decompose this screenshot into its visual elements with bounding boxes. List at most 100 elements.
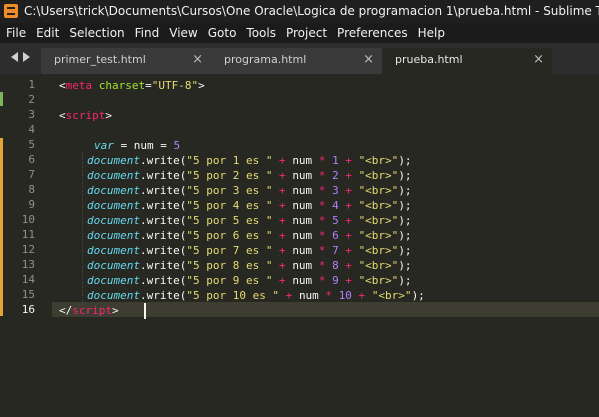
code-token: ); xyxy=(411,289,425,302)
code-token: .write( xyxy=(139,169,187,182)
code-token: document xyxy=(87,274,140,287)
code-token: ); xyxy=(398,259,412,272)
code-token: * xyxy=(312,184,333,197)
code-token: "<br>" xyxy=(358,169,399,182)
menu-file[interactable]: File xyxy=(0,23,31,43)
code-token: "UTF-8" xyxy=(151,79,199,92)
menu-view[interactable]: View xyxy=(164,23,202,43)
code-token: 3 xyxy=(332,184,339,197)
code-token: + xyxy=(272,169,293,182)
code-token: 4 xyxy=(332,199,339,212)
code-token: ); xyxy=(398,154,412,167)
code-token: "<br>" xyxy=(358,154,399,167)
tab-scroll-right-icon[interactable] xyxy=(23,52,30,62)
code-token: < xyxy=(59,79,66,92)
line-number: 12 xyxy=(21,243,35,256)
menu-preferences[interactable]: Preferences xyxy=(332,23,413,43)
code-token: = xyxy=(145,79,152,92)
code-token: document xyxy=(87,169,140,182)
code-line: document.write("5 por 3 es " + num * 3 +… xyxy=(87,183,412,198)
code-token: .write( xyxy=(139,214,187,227)
code-token: * xyxy=(312,169,333,182)
close-icon[interactable]: × xyxy=(363,48,374,72)
close-icon[interactable]: × xyxy=(533,48,544,72)
code-token: num xyxy=(298,289,319,302)
menu-help[interactable]: Help xyxy=(413,23,450,43)
code-area[interactable]: <meta charset="UTF-8"> < script> var = nu… xyxy=(59,74,425,373)
code-token: document xyxy=(87,154,140,167)
code-token: num xyxy=(292,199,313,212)
code-token: 1 xyxy=(332,154,339,167)
tab-primer-test[interactable]: primer_test.html × xyxy=(41,48,211,74)
menu-goto[interactable]: Goto xyxy=(203,23,242,43)
code-token: num xyxy=(292,214,313,227)
code-token: * xyxy=(312,154,333,167)
modified-lines-marker xyxy=(0,138,3,316)
code-token: ); xyxy=(398,199,412,212)
code-token: + xyxy=(338,259,359,272)
close-icon[interactable]: × xyxy=(192,48,203,72)
code-token: var xyxy=(94,139,114,152)
code-token: + xyxy=(338,274,359,287)
code-token: 10 xyxy=(338,289,352,302)
code-token: 2 xyxy=(332,169,339,182)
code-token: 5 xyxy=(173,139,181,152)
code-line: </script> xyxy=(59,303,119,318)
line-number: 11 xyxy=(21,228,35,241)
code-token: document xyxy=(87,184,140,197)
code-token: + xyxy=(338,244,359,257)
code-token: "<br>" xyxy=(358,199,399,212)
code-token: meta xyxy=(65,79,93,92)
editor[interactable]: 1 2 3 4 5 6 7 8 9 10 11 12 13 14 15 16 <… xyxy=(0,74,599,417)
code-token: 8 xyxy=(332,259,339,272)
code-token: + xyxy=(338,169,359,182)
code-token: num xyxy=(292,259,313,272)
code-token: > xyxy=(105,109,112,122)
code-token: + xyxy=(351,289,372,302)
code-token: document xyxy=(87,259,140,272)
tab-label: prueba.html xyxy=(395,53,463,66)
tab-prueba[interactable]: prueba.html × xyxy=(382,48,552,74)
code-token: document xyxy=(87,229,140,242)
code-token: document xyxy=(87,244,140,257)
code-token: script xyxy=(65,109,106,122)
code-token: * xyxy=(312,274,333,287)
code-token: "<br>" xyxy=(358,244,399,257)
code-token: </ xyxy=(59,304,73,317)
code-token: .write( xyxy=(139,259,187,272)
line-number: 14 xyxy=(21,273,35,286)
code-token: "5 por 4 es " xyxy=(186,199,273,212)
code-token: + xyxy=(272,229,293,242)
code-token: .write( xyxy=(139,184,187,197)
menu-edit[interactable]: Edit xyxy=(31,23,64,43)
added-line-marker xyxy=(0,92,3,106)
code-token: .write( xyxy=(139,289,187,302)
tab-bar: primer_test.html × programa.html × prueb… xyxy=(0,43,599,74)
code-token: "5 por 1 es " xyxy=(186,154,273,167)
code-token: 7 xyxy=(332,244,339,257)
code-token: * xyxy=(312,229,333,242)
menu-selection[interactable]: Selection xyxy=(64,23,129,43)
menu-project[interactable]: Project xyxy=(281,23,332,43)
code-token: ); xyxy=(398,184,412,197)
code-token: "5 por 3 es " xyxy=(186,184,273,197)
menu-tools[interactable]: Tools xyxy=(241,23,281,43)
code-token: 9 xyxy=(332,274,339,287)
code-token: = num = xyxy=(113,139,174,152)
code-token: + xyxy=(272,244,293,257)
tab-programa[interactable]: programa.html × xyxy=(211,48,382,74)
code-line: document.write("5 por 10 es " + num * 10… xyxy=(87,288,425,303)
line-number: 6 xyxy=(28,153,35,166)
code-line: <meta charset="UTF-8"> xyxy=(59,78,205,93)
code-token: + xyxy=(338,229,359,242)
code-token: + xyxy=(272,259,293,272)
menu-find[interactable]: Find xyxy=(130,23,165,43)
code-line: document.write("5 por 9 es " + num * 9 +… xyxy=(87,273,412,288)
code-token: "<br>" xyxy=(358,229,399,242)
code-token: + xyxy=(272,154,293,167)
code-line: document.write("5 por 2 es " + num * 2 +… xyxy=(87,168,412,183)
code-token: 5 xyxy=(332,214,339,227)
tab-scroll-left-icon[interactable] xyxy=(11,52,18,62)
code-token: + xyxy=(272,199,293,212)
code-line: document.write("5 por 5 es " + num * 5 +… xyxy=(87,213,412,228)
